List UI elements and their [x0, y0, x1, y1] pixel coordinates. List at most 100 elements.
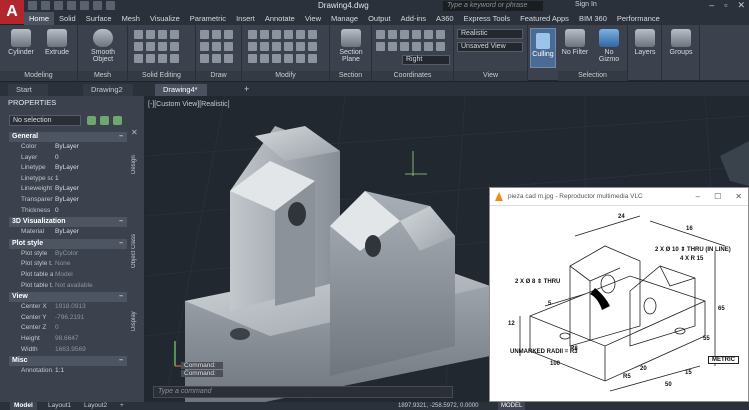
- file-tab-start[interactable]: Start: [8, 84, 48, 96]
- ucs-origin-icon[interactable]: [400, 30, 409, 39]
- taper-icon[interactable]: [170, 54, 179, 63]
- ucs-z-icon[interactable]: [436, 30, 445, 39]
- side-tab-object-class[interactable]: Object Class: [131, 216, 143, 286]
- property-row[interactable]: Plot style ByColor: [9, 249, 127, 260]
- ribbon-tab-performance[interactable]: Performance: [612, 12, 665, 25]
- ellipse-icon[interactable]: [212, 54, 221, 63]
- slice-icon[interactable]: [170, 30, 179, 39]
- named-view-dropdown[interactable]: Unsaved View: [457, 42, 523, 52]
- extrude-button[interactable]: Extrude: [42, 29, 72, 56]
- separate-icon[interactable]: [146, 54, 155, 63]
- point-icon[interactable]: [224, 54, 233, 63]
- layout-tab-layout2[interactable]: Layout2: [80, 402, 111, 410]
- properties-section-header[interactable]: Plot style: [9, 238, 127, 249]
- smooth-object-button[interactable]: Smooth Object: [88, 29, 118, 63]
- 3d-array-icon[interactable]: [308, 54, 317, 63]
- command-input[interactable]: Type a command: [153, 386, 453, 398]
- property-value[interactable]: -796.2191: [53, 313, 127, 324]
- property-value[interactable]: Not available: [53, 281, 127, 292]
- close-palette-icon[interactable]: ✕: [131, 128, 138, 137]
- property-value[interactable]: 1: [53, 174, 127, 185]
- side-tab-display[interactable]: Display: [131, 301, 143, 341]
- properties-section-header[interactable]: View: [9, 292, 127, 303]
- maximize-icon[interactable]: ☐: [714, 188, 721, 206]
- property-value[interactable]: None: [53, 259, 127, 270]
- property-row[interactable]: Linetype sc...1: [9, 174, 127, 185]
- application-menu-button[interactable]: A: [0, 0, 24, 24]
- hatch-icon[interactable]: [224, 42, 233, 51]
- property-row[interactable]: Height 98.6647: [9, 334, 127, 345]
- subtract-icon[interactable]: [146, 30, 155, 39]
- scale-icon[interactable]: [260, 42, 269, 51]
- ribbon-tab-manage[interactable]: Manage: [326, 12, 363, 25]
- spline-icon[interactable]: [200, 54, 209, 63]
- circle-icon[interactable]: [224, 30, 233, 39]
- fillet-icon[interactable]: [308, 30, 317, 39]
- property-value[interactable]: ByLayer: [53, 184, 127, 195]
- search-input[interactable]: Type a keyword or phrase: [443, 1, 543, 11]
- property-row[interactable]: Width 1663.9569: [9, 345, 127, 356]
- cylinder-button[interactable]: Cylinder: [6, 29, 36, 56]
- add-layout-icon[interactable]: +: [116, 402, 128, 410]
- property-row[interactable]: Layer 0: [9, 153, 127, 164]
- groups-button[interactable]: Groups: [666, 29, 696, 56]
- layers-button[interactable]: Layers: [630, 29, 660, 56]
- ribbon-tab-surface[interactable]: Surface: [81, 12, 117, 25]
- ribbon-tab-add-ins[interactable]: Add-ins: [396, 12, 431, 25]
- ucs-icon[interactable]: [376, 30, 385, 39]
- union-icon[interactable]: [134, 30, 143, 39]
- property-value[interactable]: ByLayer: [53, 163, 127, 174]
- rectangle-icon[interactable]: [212, 42, 221, 51]
- sign-in-button[interactable]: Sign In: [575, 1, 597, 8]
- layout-tab-model[interactable]: Model: [10, 402, 37, 410]
- intersect-icon[interactable]: [158, 30, 167, 39]
- no-gizmo-button[interactable]: No Gizmo: [594, 29, 624, 63]
- ucs-y-icon[interactable]: [424, 30, 433, 39]
- property-value[interactable]: 1:1: [53, 366, 127, 377]
- ucs-named-icon[interactable]: [436, 42, 445, 51]
- viewport-label[interactable]: [-][Custom View][Realistic]: [148, 101, 230, 108]
- properties-section-header[interactable]: 3D Visualization: [9, 217, 127, 228]
- ribbon-tab-solid[interactable]: Solid: [54, 12, 81, 25]
- world-ucs-icon[interactable]: [388, 30, 397, 39]
- trim-icon[interactable]: [272, 30, 281, 39]
- ucs-object-icon[interactable]: [400, 42, 409, 51]
- imprint-icon[interactable]: [170, 42, 179, 51]
- copy-icon[interactable]: [284, 30, 293, 39]
- ribbon-tab-annotate[interactable]: Annotate: [260, 12, 300, 25]
- property-row[interactable]: Plot style t... None: [9, 259, 127, 270]
- property-row[interactable]: Plot table a...Model: [9, 270, 127, 281]
- property-row[interactable]: Material ByLayer: [9, 227, 127, 238]
- properties-section-header[interactable]: Misc: [9, 356, 127, 367]
- stretch-icon[interactable]: [248, 42, 257, 51]
- ribbon-tab-home[interactable]: Home: [24, 12, 55, 25]
- property-value[interactable]: ByColor: [53, 249, 127, 260]
- property-row[interactable]: Center Z 0: [9, 323, 127, 334]
- property-row[interactable]: Color ByLayer: [9, 142, 127, 153]
- property-row[interactable]: Lineweight ByLayer: [9, 184, 127, 195]
- offset-face-icon[interactable]: [158, 54, 167, 63]
- property-row[interactable]: TransparencyByLayer: [9, 195, 127, 206]
- array-icon[interactable]: [272, 42, 281, 51]
- new-icon[interactable]: [28, 1, 37, 10]
- property-row[interactable]: Center X 1918.0913: [9, 302, 127, 313]
- model-space-button[interactable]: MODEL: [498, 402, 526, 410]
- ucs-3point-icon[interactable]: [376, 42, 385, 51]
- properties-section-header[interactable]: General: [9, 132, 127, 142]
- ucs-previous-icon[interactable]: [424, 42, 433, 51]
- selection-dropdown[interactable]: No selection: [9, 115, 81, 126]
- ribbon-tab-featured-apps[interactable]: Featured Apps: [515, 12, 574, 25]
- redo-icon[interactable]: [106, 1, 115, 10]
- move-icon[interactable]: [248, 30, 257, 39]
- culling-button[interactable]: Culling: [530, 28, 556, 68]
- select-objects-icon[interactable]: [100, 116, 109, 125]
- saveas-icon[interactable]: [67, 1, 76, 10]
- ribbon-tab-express-tools[interactable]: Express Tools: [459, 12, 516, 25]
- property-value[interactable]: 0: [53, 206, 127, 217]
- extrude-face-icon[interactable]: [134, 54, 143, 63]
- rotate-icon[interactable]: [260, 30, 269, 39]
- property-value[interactable]: 0: [53, 323, 127, 334]
- fillet-edge-icon[interactable]: [134, 42, 143, 51]
- open-icon[interactable]: [41, 1, 50, 10]
- property-value[interactable]: 98.6647: [53, 334, 127, 345]
